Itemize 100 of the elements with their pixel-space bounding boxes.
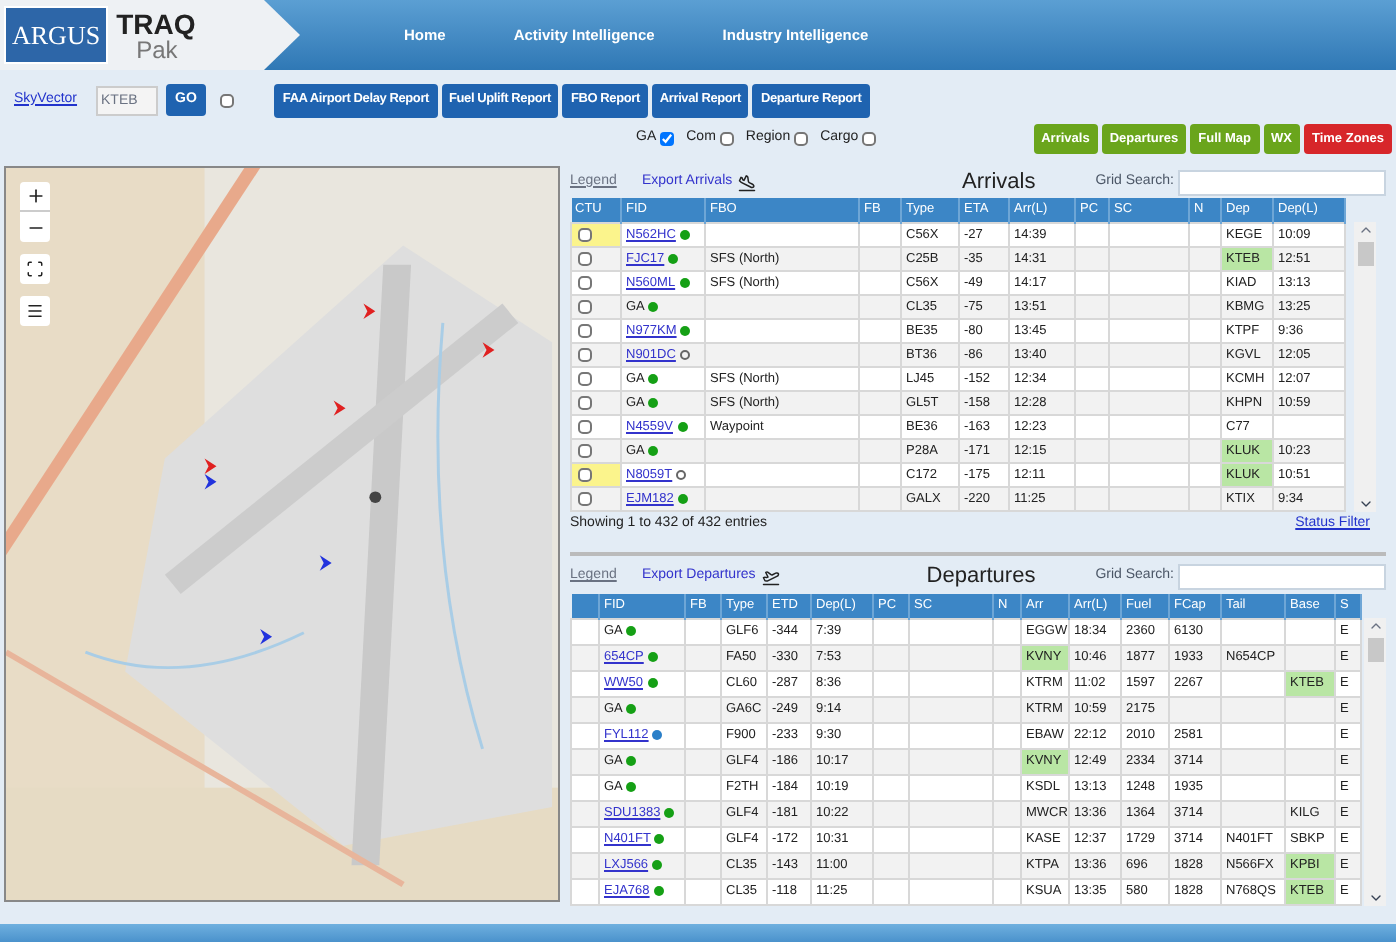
checkbox-cell[interactable] bbox=[571, 366, 621, 390]
checkbox-cell[interactable] bbox=[571, 318, 621, 342]
checkbox-cell[interactable] bbox=[571, 270, 621, 294]
scrollbar[interactable] bbox=[1354, 222, 1376, 511]
menu-icon bbox=[26, 302, 44, 320]
table-cell bbox=[993, 826, 1021, 852]
table-cell bbox=[1075, 366, 1109, 390]
logo-title: TRAQ bbox=[116, 9, 196, 37]
table-cell bbox=[1109, 414, 1189, 438]
fullscreen-button[interactable] bbox=[20, 254, 50, 284]
table-cell bbox=[873, 826, 909, 852]
ctu-checkbox[interactable] bbox=[578, 395, 592, 409]
ctu-checkbox[interactable] bbox=[578, 347, 592, 361]
filter-checkbox[interactable] bbox=[862, 132, 877, 146]
table-cell bbox=[1285, 722, 1335, 748]
table-cell bbox=[1285, 618, 1335, 644]
table-cell bbox=[1109, 318, 1189, 342]
checkbox-cell[interactable] bbox=[571, 438, 621, 462]
table-cell bbox=[1189, 222, 1221, 246]
checkbox-cell[interactable] bbox=[571, 390, 621, 414]
table-cell bbox=[1109, 390, 1189, 414]
table-cell bbox=[1075, 342, 1109, 366]
table-cell bbox=[1189, 486, 1221, 510]
table-cell bbox=[1221, 748, 1285, 774]
table-cell bbox=[873, 618, 909, 644]
checkbox-cell[interactable] bbox=[571, 414, 621, 438]
checkbox-cell[interactable] bbox=[571, 486, 621, 510]
table-cell bbox=[859, 222, 901, 246]
checkbox[interactable] bbox=[220, 93, 235, 107]
table-cell bbox=[873, 748, 909, 774]
grid-search-field[interactable] bbox=[1178, 564, 1386, 590]
table-cell bbox=[1075, 318, 1109, 342]
table-cell bbox=[909, 852, 993, 878]
section-title: Departures bbox=[926, 562, 1036, 593]
table-cell bbox=[1221, 722, 1285, 748]
ctu-checkbox[interactable] bbox=[578, 491, 592, 505]
ctu-checkbox[interactable] bbox=[578, 419, 592, 433]
table-cell bbox=[1109, 270, 1189, 294]
ctu-checkbox[interactable] bbox=[578, 371, 592, 385]
table-cell bbox=[909, 826, 993, 852]
section-title: Arrivals bbox=[962, 167, 1036, 198]
table-cell bbox=[1109, 462, 1189, 486]
checkbox-cell[interactable] bbox=[571, 462, 621, 486]
table-cell bbox=[1075, 438, 1109, 462]
table-cell bbox=[1109, 438, 1189, 462]
table-cell bbox=[1285, 696, 1335, 722]
table-cell bbox=[993, 774, 1021, 800]
table-cell bbox=[1285, 644, 1335, 670]
checkbox-cell[interactable] bbox=[571, 222, 621, 246]
table-cell bbox=[1189, 414, 1221, 438]
table-cell bbox=[1221, 618, 1285, 644]
table-cell bbox=[1285, 774, 1335, 800]
plus-icon bbox=[25, 186, 45, 206]
table-cell bbox=[909, 774, 993, 800]
filter-checkbox[interactable] bbox=[794, 132, 809, 146]
table-cell bbox=[873, 644, 909, 670]
table-cell bbox=[873, 800, 909, 826]
table-cell bbox=[1075, 246, 1109, 270]
scroll-up-icon bbox=[1357, 222, 1373, 238]
scrollbar[interactable] bbox=[1364, 617, 1386, 905]
ctu-checkbox[interactable] bbox=[578, 443, 592, 457]
table-cell bbox=[1109, 486, 1189, 510]
table-cell bbox=[1189, 366, 1221, 390]
table-cell bbox=[859, 270, 901, 294]
table-cell bbox=[1075, 390, 1109, 414]
table-cell bbox=[1221, 774, 1285, 800]
table-cell bbox=[859, 414, 901, 438]
table-cell bbox=[1075, 294, 1109, 318]
table-cell bbox=[993, 670, 1021, 696]
menu-button[interactable] bbox=[20, 296, 50, 326]
table-cell bbox=[1075, 270, 1109, 294]
table-cell bbox=[1189, 294, 1221, 318]
checkbox-cell[interactable] bbox=[571, 294, 621, 318]
table-cell bbox=[909, 878, 993, 904]
filter-checkbox[interactable] bbox=[660, 132, 675, 146]
table-cell bbox=[993, 696, 1021, 722]
ctu-checkbox[interactable] bbox=[578, 467, 592, 481]
ctu-checkbox[interactable] bbox=[578, 299, 592, 313]
checkbox-cell[interactable] bbox=[571, 342, 621, 366]
grid-search-field[interactable] bbox=[1178, 169, 1386, 195]
table-cell bbox=[873, 670, 909, 696]
ctu-checkbox[interactable] bbox=[578, 275, 592, 289]
table-cell bbox=[1189, 270, 1221, 294]
table-cell bbox=[1109, 342, 1189, 366]
table-cell bbox=[909, 670, 993, 696]
scroll-thumb[interactable] bbox=[1367, 637, 1383, 661]
checkbox-cell[interactable] bbox=[571, 246, 621, 270]
table-cell bbox=[993, 800, 1021, 826]
table-cell bbox=[873, 696, 909, 722]
ctu-checkbox[interactable] bbox=[578, 251, 592, 265]
logo-subtitle: Pak bbox=[136, 37, 178, 61]
ctu-checkbox[interactable] bbox=[578, 323, 592, 337]
filter-checkbox[interactable] bbox=[719, 132, 734, 146]
table-cell bbox=[859, 366, 901, 390]
table-cell bbox=[1109, 294, 1189, 318]
ctu-checkbox[interactable] bbox=[578, 227, 592, 241]
scroll-thumb[interactable] bbox=[1357, 242, 1373, 266]
plane-landing-icon bbox=[738, 173, 757, 191]
table-cell bbox=[859, 294, 901, 318]
table-cell bbox=[1075, 462, 1109, 486]
